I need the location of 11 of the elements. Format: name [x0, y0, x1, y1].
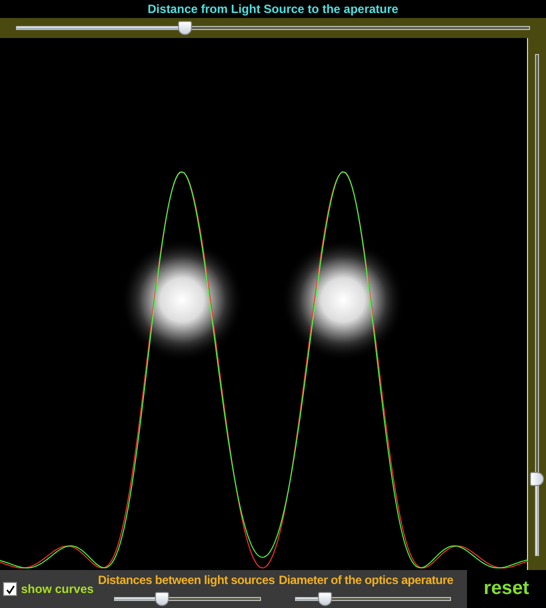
slider-thumb[interactable]: [178, 21, 192, 35]
slider-label: Diameter of the optics aperature: [278, 572, 454, 586]
slider-title: Distance from Light Source to the aperature: [148, 2, 398, 16]
checkbox-label: show curves: [21, 582, 94, 596]
slider-thumb[interactable]: [530, 472, 544, 486]
show-curves-checkbox[interactable]: [3, 582, 17, 596]
reset-button[interactable]: reset: [466, 570, 546, 608]
slider-thumb[interactable]: [318, 592, 332, 606]
slider-label: Distances between light sources: [98, 572, 275, 586]
slider-thumb[interactable]: [154, 592, 169, 606]
checkmark-icon: [6, 584, 14, 594]
